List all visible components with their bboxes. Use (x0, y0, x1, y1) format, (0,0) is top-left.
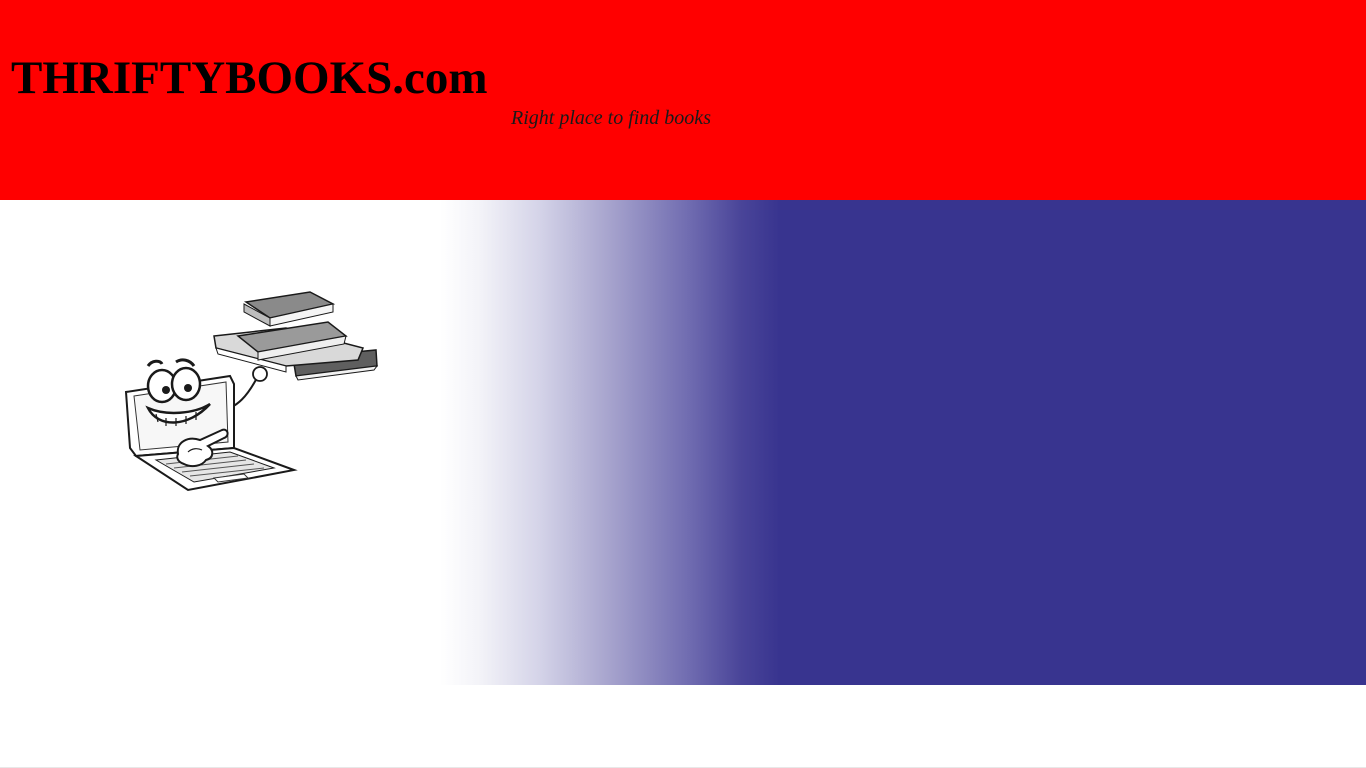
books-stack-icon (213, 291, 379, 381)
laptop-mascot-holding-books-icon (124, 291, 379, 492)
site-title[interactable]: THRIFTYBOOKS.com (11, 50, 488, 106)
page-footer-area (0, 685, 1366, 768)
page: THRIFTYBOOKS.com Right place to find boo… (0, 0, 1366, 768)
site-tagline: Right place to find books (511, 107, 711, 129)
site-header: THRIFTYBOOKS.com Right place to find boo… (0, 0, 1366, 200)
